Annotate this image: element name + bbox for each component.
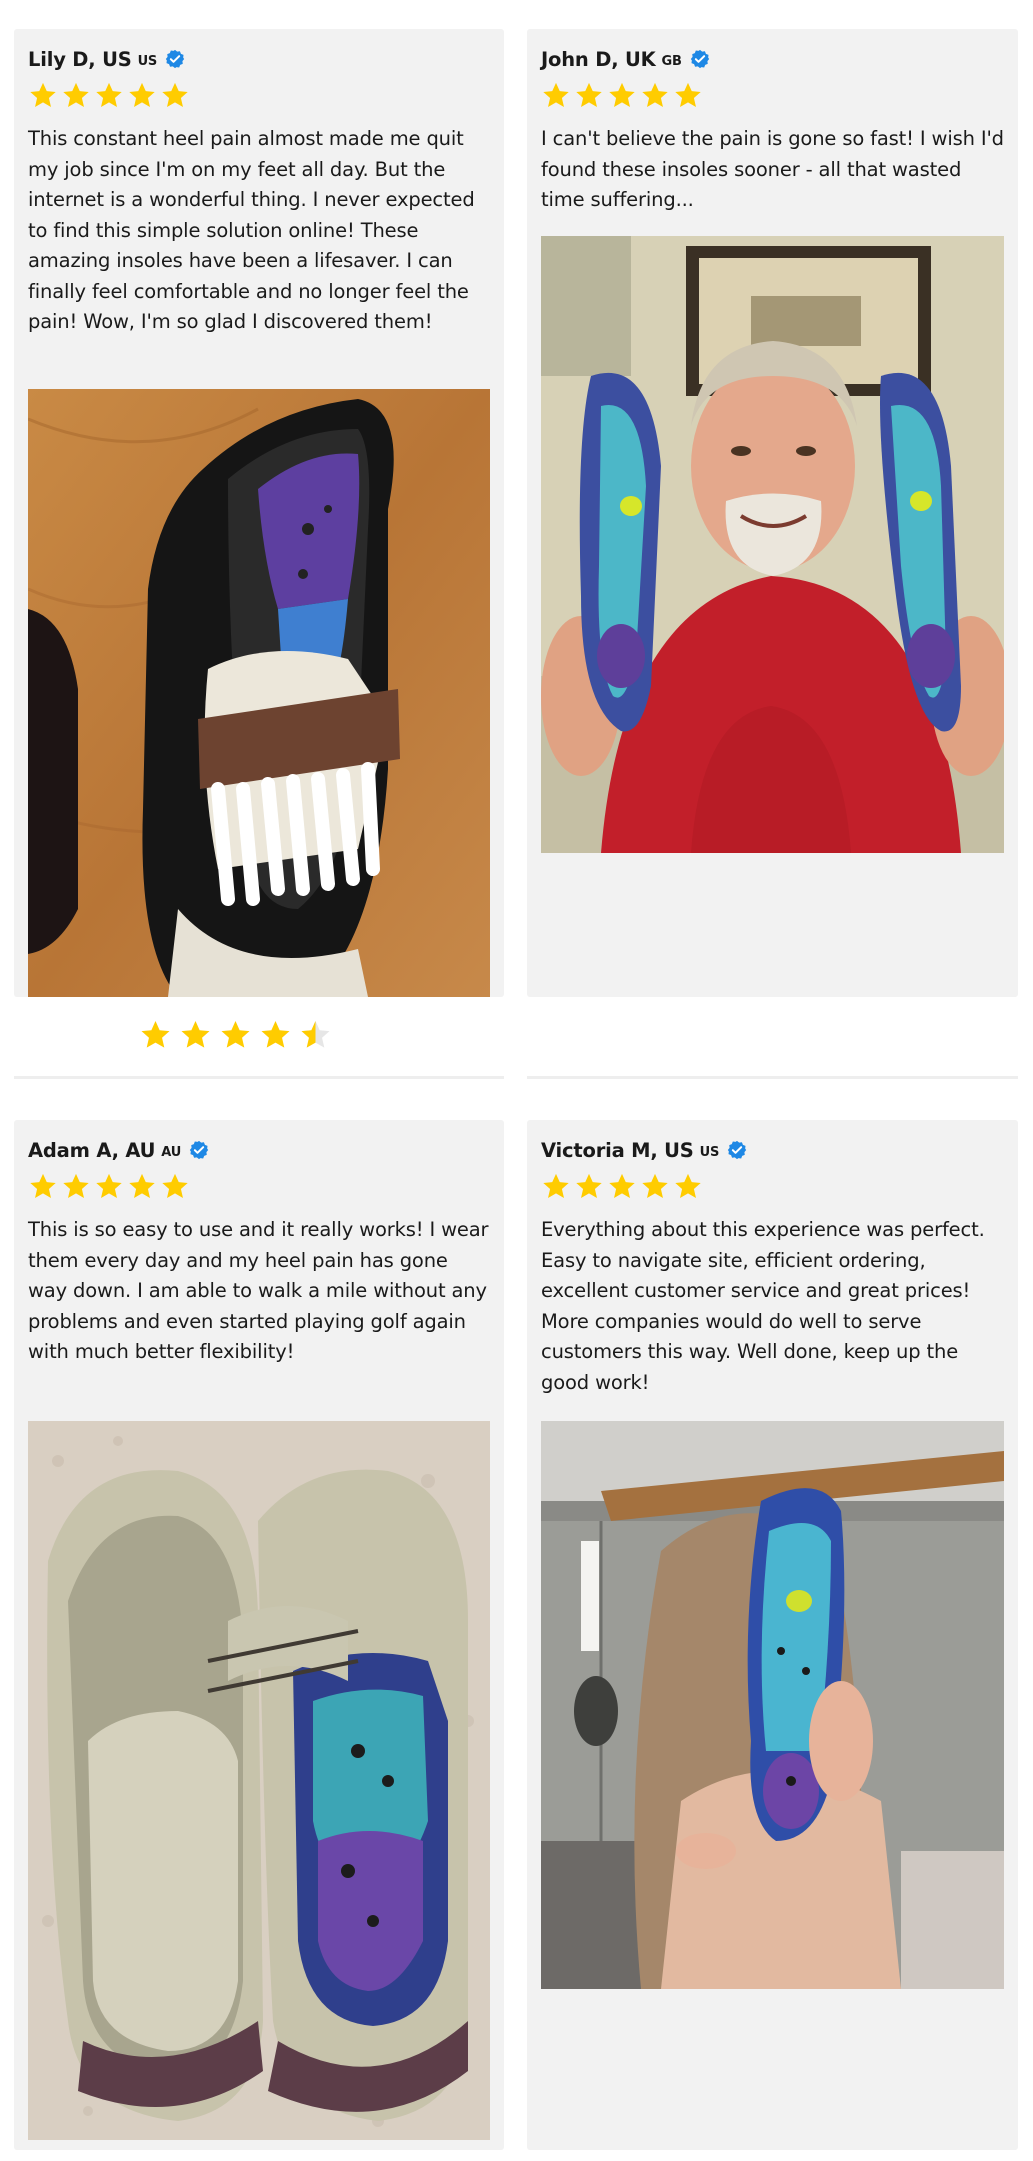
review-text: Everything about this experience was per… <box>541 1218 985 1394</box>
reviewer-header: John D, UK GB <box>541 47 1004 71</box>
star-rating <box>541 81 1004 110</box>
star-icon <box>63 82 89 107</box>
average-rating-bar <box>14 997 504 1079</box>
review-card: Lily D, US US This constant heel pain al… <box>14 29 504 997</box>
star-icon <box>543 82 569 107</box>
country-code: AU <box>161 1144 182 1160</box>
star-icon <box>221 1021 250 1048</box>
star-icon <box>642 1173 668 1198</box>
reviewer-header: Victoria M, US US <box>541 1138 1004 1162</box>
review-photo[interactable] <box>28 389 490 997</box>
verified-badge-icon <box>189 1140 209 1160</box>
verified-badge-icon <box>728 1140 747 1160</box>
star-rating <box>28 1172 490 1201</box>
star-icon <box>609 82 635 107</box>
card-footer <box>527 997 1018 1079</box>
reviewer-name: Victoria M, US <box>541 1138 694 1162</box>
country-code: US <box>137 53 158 69</box>
star-icon <box>30 82 56 107</box>
star-icon <box>609 1173 635 1198</box>
reviewer-name: John D, UK <box>541 47 656 71</box>
average-rating-stars <box>139 1019 332 1051</box>
star-icon <box>261 1021 290 1048</box>
star-icon <box>129 82 155 107</box>
star-icon <box>96 1173 122 1198</box>
country-code: GB <box>661 53 682 69</box>
star-icon <box>162 1173 188 1198</box>
review-text: This is so easy to use and it really wor… <box>28 1218 489 1363</box>
reviewer-header: Lily D, US US <box>28 47 490 71</box>
star-icon <box>96 82 122 107</box>
star-icon <box>675 1173 701 1198</box>
reviewer-name: Adam A, AU <box>28 1138 156 1162</box>
review-photo[interactable] <box>541 1421 1004 1989</box>
star-icon <box>576 1173 602 1198</box>
star-rating <box>541 1172 1004 1201</box>
verified-badge-icon <box>690 49 709 69</box>
reviewer-header: Adam A, AU AU <box>28 1138 490 1162</box>
half-star-icon <box>301 1021 330 1048</box>
reviewer-name: Lily D, US <box>28 47 132 71</box>
star-icon <box>576 82 602 107</box>
review-card: Victoria M, US US Everything about this … <box>527 1120 1018 2150</box>
star-icon <box>162 82 188 107</box>
star-icon <box>141 1021 170 1048</box>
star-icon <box>675 82 701 107</box>
star-icon <box>543 1173 569 1198</box>
star-icon <box>63 1173 89 1198</box>
review-text: I can't believe the pain is gone so fast… <box>541 127 1004 211</box>
star-icon <box>181 1021 210 1048</box>
star-icon <box>129 1173 155 1198</box>
verified-badge-icon <box>165 49 185 69</box>
country-code: US <box>699 1144 720 1160</box>
star-rating <box>28 81 490 110</box>
review-card: Adam A, AU AU This is so easy to use and… <box>14 1120 504 2150</box>
review-text: This constant heel pain almost made me q… <box>28 127 475 333</box>
star-icon <box>30 1173 56 1198</box>
star-icon <box>642 82 668 107</box>
review-photo[interactable] <box>541 236 1004 853</box>
review-photo[interactable] <box>28 1421 490 2140</box>
review-card: John D, UK GB I can't believe the pain i… <box>527 29 1018 997</box>
